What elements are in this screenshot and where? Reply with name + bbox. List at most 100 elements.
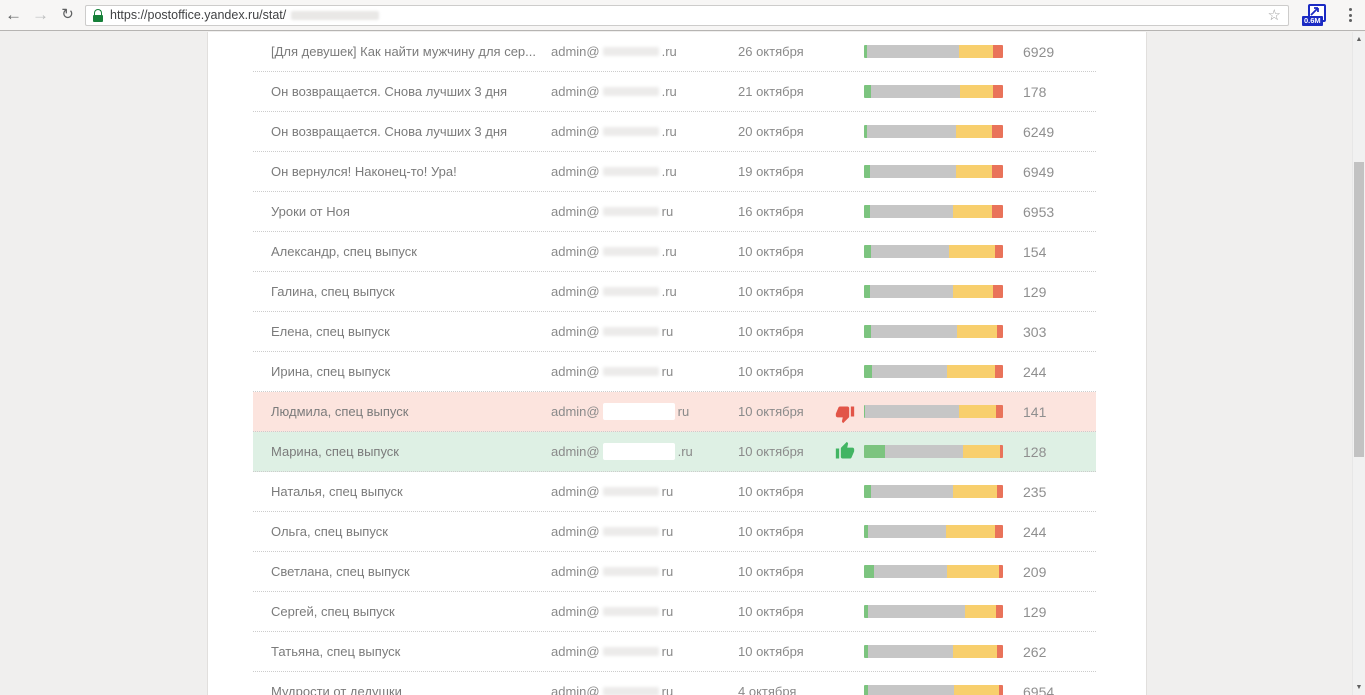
redacted-email-domain [603, 327, 659, 336]
engagement-bar [864, 365, 1003, 378]
scroll-up-icon[interactable]: ▲ [1353, 36, 1365, 43]
rating-slot [835, 160, 864, 184]
recipients-count: 6954 [1023, 684, 1054, 695]
bar-segment-green [864, 445, 885, 458]
engagement-bar [864, 205, 1003, 218]
bar-segment-yellow [956, 125, 992, 138]
redacted-email-domain [603, 167, 659, 176]
table-row[interactable]: Он возвращается. Снова лучших 3 дня admi… [253, 72, 1096, 112]
table-row[interactable]: Мудрости от дедушки admin@ru 4 октября 6… [253, 672, 1096, 695]
send-date: 10 октября [738, 284, 835, 299]
recipients-count: 129 [1023, 604, 1046, 620]
email-suffix: ru [662, 564, 674, 579]
table-row[interactable]: Галина, спец выпуск admin@.ru 10 октября… [253, 272, 1096, 312]
rating-slot [835, 80, 864, 104]
bar-segment-yellow [954, 685, 998, 695]
back-icon[interactable]: ← [0, 0, 27, 30]
redacted-email-domain [603, 527, 659, 536]
table-row[interactable]: Елена, спец выпуск admin@ru 10 октября 3… [253, 312, 1096, 352]
redacted-email-domain [603, 287, 659, 296]
bar-segment-gray [868, 605, 965, 618]
table-row[interactable]: [Для девушек] Как найти мужчину для сер.… [253, 32, 1096, 72]
bookmark-star-icon[interactable]: ☆ [1268, 8, 1281, 23]
sender-email: admin@.ru [551, 284, 738, 299]
email-prefix: admin@ [551, 84, 600, 99]
send-date: 10 октября [738, 444, 835, 459]
email-suffix: .ru [662, 244, 677, 259]
scroll-down-icon[interactable]: ▼ [1353, 684, 1365, 691]
table-row[interactable]: Александр, спец выпуск admin@.ru 10 октя… [253, 232, 1096, 272]
campaign-title: Ирина, спец выпуск [253, 364, 551, 379]
secure-lock-icon[interactable] [93, 9, 103, 22]
sender-email: admin@.ru [551, 244, 738, 259]
table-row[interactable]: Он возвращается. Снова лучших 3 дня admi… [253, 112, 1096, 152]
page-viewport: [Для девушек] Как найти мужчину для сер.… [0, 32, 1352, 695]
bar-segment-red [993, 285, 1003, 298]
campaign-title: [Для девушек] Как найти мужчину для сер.… [253, 44, 551, 59]
bar-segment-yellow [956, 165, 992, 178]
table-row[interactable]: Татьяна, спец выпуск admin@ru 10 октября… [253, 632, 1096, 672]
rating-slot [835, 360, 864, 384]
url-text[interactable]: https://postoffice.yandex.ru/stat/ [110, 8, 286, 22]
campaign-title: Александр, спец выпуск [253, 244, 551, 259]
rating-slot [835, 120, 864, 144]
extension-icon[interactable]: 0.6M [1297, 0, 1335, 31]
extension-count-badge: 0.6M [1302, 16, 1323, 26]
table-row[interactable]: Марина, спец выпуск admin@.ru 10 октября… [253, 432, 1096, 472]
table-row[interactable]: Людмила, спец выпуск admin@ru 10 октября… [253, 392, 1096, 432]
bar-segment-yellow [960, 85, 993, 98]
campaign-title: Татьяна, спец выпуск [253, 644, 551, 659]
campaign-title: Ольга, спец выпуск [253, 524, 551, 539]
table-row[interactable]: Сергей, спец выпуск admin@ru 10 октября … [253, 592, 1096, 632]
campaign-title: Людмила, спец выпуск [253, 404, 551, 419]
recipients-count: 6249 [1023, 124, 1054, 140]
table-row[interactable]: Уроки от Ноя admin@ru 16 октября 6953 [253, 192, 1096, 232]
table-row[interactable]: Ольга, спец выпуск admin@ru 10 октября 2… [253, 512, 1096, 552]
table-row[interactable]: Он вернулся! Наконец-то! Ура! admin@.ru … [253, 152, 1096, 192]
email-prefix: admin@ [551, 124, 600, 139]
redacted-email-domain [603, 87, 659, 96]
bar-segment-green [864, 485, 871, 498]
rating-slot [835, 280, 864, 304]
recipients-count: 141 [1023, 404, 1046, 420]
table-row[interactable]: Ирина, спец выпуск admin@ru 10 октября 2… [253, 352, 1096, 392]
extension-arrow-icon [1310, 6, 1320, 16]
rating-slot [835, 600, 864, 624]
engagement-bar [864, 125, 1003, 138]
engagement-bar [864, 605, 1003, 618]
email-suffix: ru [662, 644, 674, 659]
bar-segment-yellow [959, 405, 997, 418]
redacted-email-domain [603, 607, 659, 616]
address-bar[interactable]: https://postoffice.yandex.ru/stat/ ☆ [85, 5, 1289, 26]
email-prefix: admin@ [551, 604, 600, 619]
redacted-email-domain [603, 687, 659, 695]
email-prefix: admin@ [551, 524, 600, 539]
sender-email: admin@ru [551, 524, 738, 539]
sender-email: admin@ru [551, 324, 738, 339]
reload-icon[interactable]: ↻ [54, 0, 81, 30]
email-suffix: ru [662, 484, 674, 499]
bar-segment-green [864, 565, 874, 578]
recipients-count: 244 [1023, 524, 1046, 540]
rating-slot [835, 520, 864, 544]
scrollbar[interactable]: ▲ ▼ [1352, 32, 1365, 695]
bar-segment-green [864, 365, 872, 378]
bar-segment-red [996, 605, 1003, 618]
campaign-title: Мудрости от дедушки [253, 684, 551, 695]
email-prefix: admin@ [551, 204, 600, 219]
bar-segment-red [1000, 445, 1003, 458]
bar-segment-yellow [965, 605, 996, 618]
scrollbar-thumb[interactable] [1354, 162, 1364, 457]
bar-segment-green [864, 245, 871, 258]
send-date: 16 октября [738, 204, 835, 219]
browser-menu-icon[interactable] [1335, 0, 1365, 31]
thumb-down-icon [835, 400, 864, 424]
forward-icon[interactable]: → [27, 0, 54, 30]
send-date: 10 октября [738, 604, 835, 619]
table-row[interactable]: Наталья, спец выпуск admin@ru 10 октября… [253, 472, 1096, 512]
recipients-count: 128 [1023, 444, 1046, 460]
email-suffix: ru [662, 204, 674, 219]
email-suffix: .ru [662, 164, 677, 179]
email-suffix: .ru [662, 44, 677, 59]
table-row[interactable]: Светлана, спец выпуск admin@ru 10 октябр… [253, 552, 1096, 592]
